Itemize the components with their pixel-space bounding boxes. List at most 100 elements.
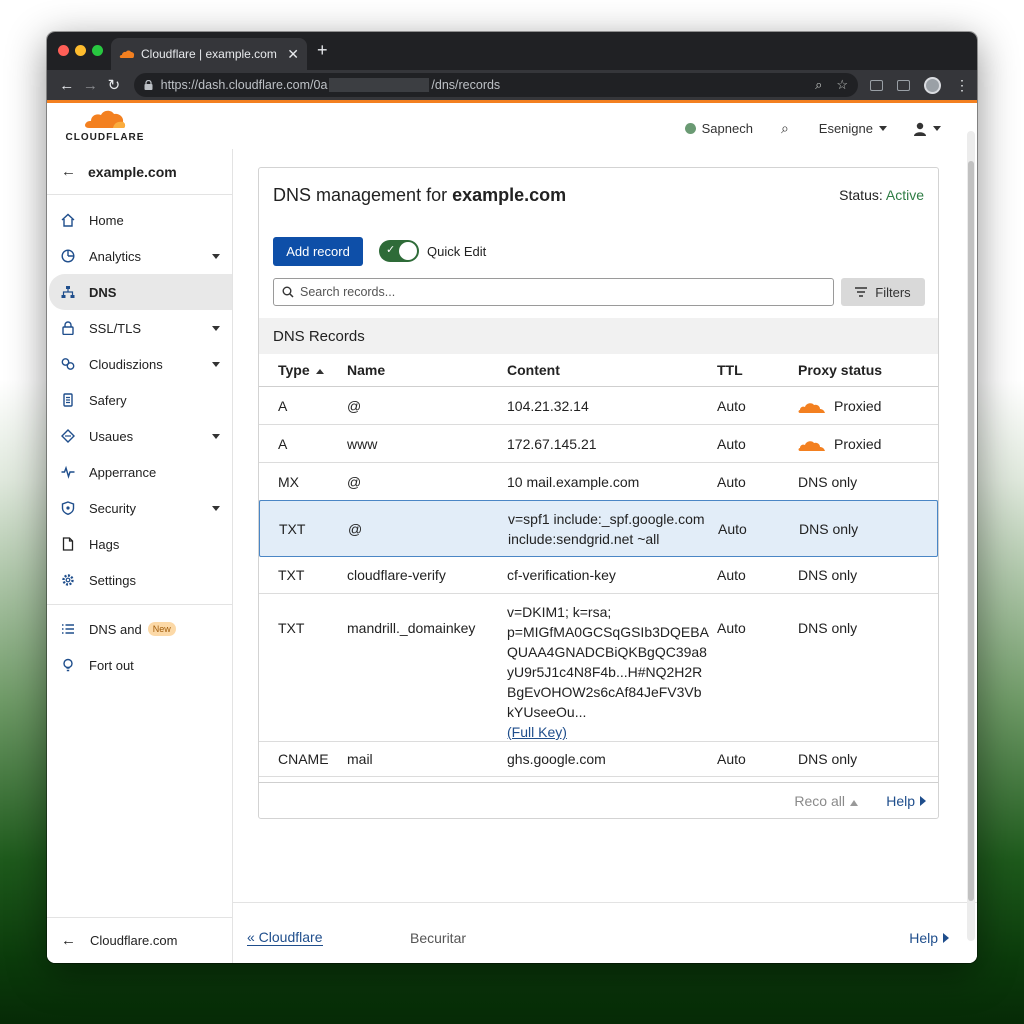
minimize-window-button[interactable] <box>75 45 86 56</box>
table-row[interactable]: TXT cloudflare-verify cf-verification-ke… <box>259 557 938 594</box>
toggle-switch[interactable]: ✓ <box>379 240 419 262</box>
record-content: v=DKIM1; k=rsa; p=MIGfMA0GCSqGSIb3DQEBA … <box>507 602 709 742</box>
column-type-header[interactable]: Type <box>278 362 324 378</box>
more-menu-icon[interactable]: ⋮ <box>955 77 969 94</box>
table-row[interactable]: A www 172.67.145.21 Auto Proxied <box>259 425 938 463</box>
sidebar-item-safery[interactable]: Safery <box>47 382 232 418</box>
back-arrow-icon[interactable]: ← <box>55 77 79 94</box>
quick-edit-toggle[interactable]: ✓ Quick Edit <box>379 240 486 262</box>
column-name-header[interactable]: Name <box>347 362 385 378</box>
sidebar-nav: Home Analytics DNS SSL/TLS Cloudiszions … <box>47 195 232 683</box>
record-proxy-status[interactable]: DNS only <box>798 567 857 583</box>
address-bar[interactable]: https://dash.cloudflare.com/0a /dns/reco… <box>133 73 858 97</box>
sidebar-item-fort-out[interactable]: Fort out <box>47 647 232 683</box>
sidebar-item-apperrance[interactable]: Apperrance <box>47 454 232 490</box>
new-tab-button[interactable]: + <box>317 40 328 61</box>
column-ttl-header[interactable]: TTL <box>717 362 743 378</box>
record-proxy-status[interactable]: DNS only <box>798 620 857 636</box>
card-help-link[interactable]: Help <box>886 793 926 809</box>
sidebar-cloudflare-link[interactable]: ← Cloudflare.com <box>47 917 232 963</box>
sidebar-item-dns[interactable]: DNS <box>49 274 232 310</box>
record-type: A <box>278 435 288 452</box>
maximize-window-button[interactable] <box>92 45 103 56</box>
sidebar-item-security[interactable]: Security <box>47 490 232 526</box>
sidebar-item-ssl-tls[interactable]: SSL/TLS <box>47 310 232 346</box>
content-line: v=spf1 include:_spf.google.com <box>508 510 705 527</box>
tab-search-icon[interactable] <box>897 79 910 91</box>
search-records-field[interactable] <box>300 285 800 299</box>
play-arrow-icon <box>920 796 926 806</box>
sidebar-item-usaues[interactable]: Usaues <box>47 418 232 454</box>
content-line: QUAA4GNADCBiQKBgQC39a8 <box>507 644 707 660</box>
record-proxy-status[interactable]: Proxied <box>798 436 881 452</box>
browser-tab[interactable]: Cloudflare | example.com | D ✕ <box>111 38 307 70</box>
column-proxy-header[interactable]: Proxy status <box>798 362 882 378</box>
record-ttl: Auto <box>717 473 746 490</box>
forward-arrow-icon[interactable]: → <box>79 77 103 94</box>
record-proxy-status[interactable]: DNS only <box>799 521 858 537</box>
sidebar-item-hags[interactable]: Hags <box>47 526 232 562</box>
back-arrow-icon[interactable]: ← <box>61 163 76 180</box>
account-dropdown[interactable]: Esenigne <box>819 121 887 136</box>
scrollbar-thumb[interactable] <box>968 161 974 901</box>
sidebar-item-dns-and[interactable]: DNS and New <box>47 611 232 647</box>
filter-icon <box>855 287 868 297</box>
cloudflare-wordmark: CLOUDFLARE <box>65 132 145 143</box>
table-row[interactable]: A @ 104.21.32.14 Auto Proxied <box>259 387 938 425</box>
search-input[interactable] <box>273 278 834 306</box>
page-layout: ← example.com Home Analytics DNS SSL/TLS… <box>47 149 977 963</box>
reco-all-label: Reco all <box>794 793 845 809</box>
page-scrollbar[interactable] <box>967 131 975 941</box>
record-name: @ <box>347 397 362 414</box>
proxied-cloud-icon <box>798 403 825 413</box>
zoom-search-icon[interactable]: ⌕ <box>815 77 822 93</box>
sidebar-item-cloudiszions[interactable]: Cloudiszions <box>47 346 232 382</box>
pulse-icon <box>61 465 75 479</box>
help-label: Help <box>886 793 915 809</box>
play-arrow-icon <box>943 933 949 943</box>
add-record-button[interactable]: Add record <box>273 237 363 266</box>
record-content: 172.67.145.21 <box>507 435 597 452</box>
reco-all-link[interactable]: Reco all <box>794 793 858 809</box>
table-row-selected[interactable]: TXT @ v=spf1 include:_spf.google.com incl… <box>259 500 938 557</box>
extension-icon[interactable] <box>870 79 883 91</box>
record-name: @ <box>348 520 363 537</box>
profile-avatar[interactable] <box>924 76 941 94</box>
user-menu[interactable] <box>913 122 941 136</box>
content-line: kYUseeOu... <box>507 704 587 720</box>
sidebar-item-label: Apperrance <box>89 464 157 480</box>
reload-icon[interactable]: ↻ <box>102 76 126 94</box>
full-key-link[interactable]: (Full Key) <box>507 724 567 740</box>
proxy-label: Proxied <box>834 435 882 452</box>
main-content: DNS management for example.com Status: A… <box>233 149 977 963</box>
status-link[interactable]: Sapnech <box>684 121 753 136</box>
bookmark-star-icon[interactable]: ☆ <box>836 77 848 93</box>
quick-edit-label: Quick Edit <box>427 243 487 259</box>
footer-cloudflare-link[interactable]: « Cloudflare <box>247 929 323 946</box>
record-proxy-status[interactable]: DNS only <box>798 474 857 490</box>
search-icon[interactable]: ⌕ <box>781 120 789 137</box>
sidebar-item-settings[interactable]: Settings <box>47 562 232 598</box>
sort-ascending-icon <box>315 368 324 374</box>
footer-middle-text[interactable]: Becuritar <box>410 930 466 946</box>
table-row[interactable]: CNAME mail ghs.google.com Auto DNS only <box>259 742 938 777</box>
tab-title: Cloudflare | example.com | D <box>141 47 282 61</box>
close-window-button[interactable] <box>58 45 69 56</box>
sidebar-item-home[interactable]: Home <box>47 202 232 238</box>
record-type: CNAME <box>278 751 329 767</box>
record-proxy-status[interactable]: DNS only <box>798 751 857 767</box>
record-type: MX <box>278 473 299 490</box>
close-tab-icon[interactable]: ✕ <box>287 46 299 63</box>
table-row[interactable]: MX @ 10 mail.example.com Auto DNS only <box>259 463 938 501</box>
column-content-header[interactable]: Content <box>507 360 707 380</box>
card-footer: Reco all Help <box>259 782 938 818</box>
record-proxy-status[interactable]: Proxied <box>798 398 881 414</box>
footer-help-link[interactable]: Help <box>909 930 949 946</box>
sidebar-item-analytics[interactable]: Analytics <box>47 238 232 274</box>
table-header: Type Name Content TTL Proxy status <box>259 354 938 387</box>
record-ttl: Auto <box>717 397 746 414</box>
cloudflare-logo[interactable]: CLOUDFLARE <box>60 109 150 143</box>
check-icon: ✓ <box>386 244 396 256</box>
filters-button[interactable]: Filters <box>841 278 925 306</box>
table-row[interactable]: TXT mandrill._domainkey v=DKIM1; k=rsa; … <box>259 594 938 742</box>
